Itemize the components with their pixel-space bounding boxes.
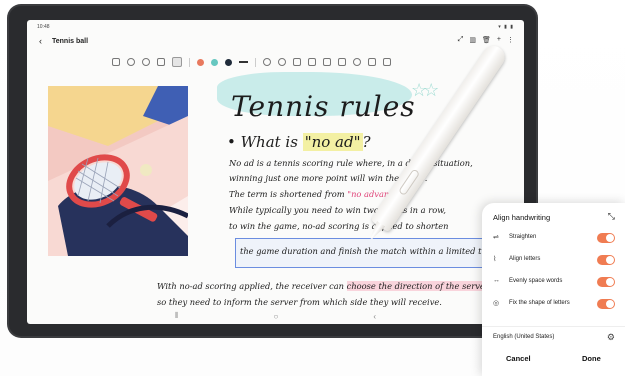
note-line-5: to win the game, no-ad scoring is applie…	[229, 221, 449, 231]
letter-shape-toggle[interactable]	[597, 299, 615, 309]
note-line-3-text: The term is shortened from	[229, 189, 348, 199]
note-line-6-selected[interactable]: the game duration and finish the match w…	[240, 246, 500, 256]
letter-shape-icon: ◎	[493, 300, 500, 307]
text-mode-icon[interactable]	[112, 58, 120, 66]
done-button[interactable]: Done	[582, 354, 601, 363]
shape-tool-icon[interactable]	[308, 58, 316, 66]
highlighter-tool-icon[interactable]	[142, 58, 150, 66]
status-bar: 10:48 ▾ ▮ ▮	[27, 20, 524, 32]
cancel-button[interactable]: Cancel	[506, 354, 531, 363]
language-label[interactable]: English (United States)	[493, 334, 554, 340]
convert-text-icon[interactable]	[368, 58, 376, 66]
color-swatch-teal[interactable]	[211, 58, 218, 66]
stroke-width-icon[interactable]	[239, 61, 248, 63]
color-swatch-navy[interactable]	[225, 58, 232, 66]
option-align-letters[interactable]: ⌇ Align letters	[493, 252, 615, 270]
tennis-racket-illustration	[48, 86, 188, 256]
question-suffix: ?	[362, 133, 371, 151]
option-straighten[interactable]: ⇌ Straighten	[493, 230, 615, 248]
note-line-4: While typically you need to win two poin…	[229, 205, 446, 215]
color-swatch-orange[interactable]	[197, 58, 204, 66]
read-mode-icon[interactable]	[383, 58, 391, 66]
option-label: Align letters	[509, 256, 541, 262]
align-letters-icon: ⌇	[493, 256, 497, 263]
drawing-toolbar	[112, 55, 391, 69]
pen-settings-icon[interactable]	[293, 58, 301, 66]
note-heading: Tennis rules	[231, 90, 416, 123]
option-evenly-space-words[interactable]: ↔ Evenly space words	[493, 274, 615, 292]
tablet-screen: 10:48 ▾ ▮ ▮ ‹ Tennis ball ⤢ ▥ 🗑 + ⋮ Tenn…	[27, 20, 524, 324]
align-letters-toggle[interactable]	[597, 255, 615, 265]
star-doodles: ☆☆	[411, 80, 439, 100]
note-line-7-text: With no-ad scoring applied, the receiver…	[157, 281, 347, 291]
lasso-tool-icon[interactable]	[172, 57, 182, 67]
question-line: • What is "no ad"?	[227, 133, 371, 151]
image-insert-icon[interactable]	[323, 58, 331, 66]
toolbar-divider	[189, 57, 190, 67]
space-words-icon: ↔	[493, 277, 500, 284]
eraser-tool-icon[interactable]	[157, 58, 165, 66]
option-label: Evenly space words	[509, 278, 563, 284]
note-title: Tennis ball	[52, 38, 89, 45]
option-label: Straighten	[509, 234, 537, 240]
back-nav-icon[interactable]: ‹	[373, 312, 376, 321]
option-label: Fix the shape of letters	[509, 300, 570, 306]
book-view-icon[interactable]: ▥	[469, 36, 476, 44]
ai-assist-icon[interactable]	[353, 58, 361, 66]
option-fix-letter-shape[interactable]: ◎ Fix the shape of letters	[493, 296, 615, 314]
align-handwriting-icon[interactable]	[338, 58, 346, 66]
recents-nav-icon[interactable]: ⦀	[175, 311, 179, 321]
straighten-toggle[interactable]	[597, 233, 615, 243]
align-handwriting-panel: Align handwriting ⤡ ⇌ Straighten ⌇ Align…	[482, 203, 625, 376]
panel-divider	[482, 326, 625, 327]
question-highlight: "no ad"	[302, 133, 363, 151]
panel-title: Align handwriting	[493, 213, 551, 222]
undo-icon[interactable]	[263, 58, 271, 66]
note-line-7: With no-ad scoring applied, the receiver…	[157, 281, 488, 291]
status-time: 10:48	[37, 24, 50, 30]
gear-icon[interactable]: ⚙	[607, 332, 615, 343]
redo-icon[interactable]	[278, 58, 286, 66]
note-line-7-highlight: choose the direction of the serve,	[346, 281, 488, 291]
collapse-icon[interactable]: ⤡	[608, 211, 615, 222]
fullscreen-icon[interactable]: ⤢	[458, 36, 464, 44]
app-bar: ‹ Tennis ball ⤢ ▥ 🗑 + ⋮	[27, 33, 524, 51]
back-arrow-icon[interactable]: ‹	[39, 36, 42, 46]
space-words-toggle[interactable]	[597, 277, 615, 287]
question-prefix: • What is	[227, 133, 303, 151]
note-line-8: so they need to inform the server from w…	[157, 297, 442, 307]
pen-tool-icon[interactable]	[127, 58, 135, 66]
tablet-device: 10:48 ▾ ▮ ▮ ‹ Tennis ball ⤢ ▥ 🗑 + ⋮ Tenn…	[7, 4, 538, 338]
home-nav-icon[interactable]: ○	[274, 312, 279, 321]
product-scene: 10:48 ▾ ▮ ▮ ‹ Tennis ball ⤢ ▥ 🗑 + ⋮ Tenn…	[0, 0, 625, 376]
toolbar-divider	[255, 57, 256, 67]
system-nav-bar: ⦀ ○ ‹	[27, 308, 524, 324]
straighten-icon: ⇌	[493, 234, 499, 241]
